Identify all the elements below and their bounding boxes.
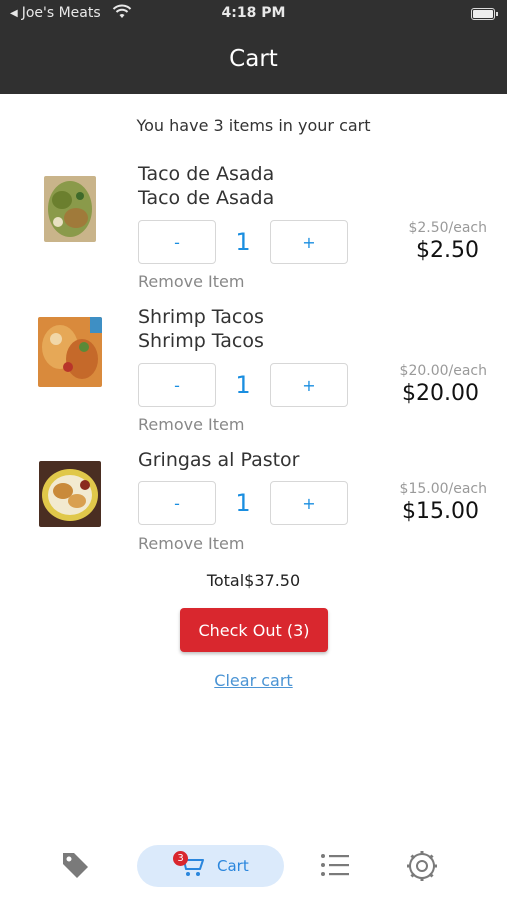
status-bar: ◀ Joe's Meats 4:18 PM bbox=[0, 0, 507, 28]
page-title: Cart bbox=[229, 46, 278, 72]
item-image bbox=[38, 317, 102, 387]
gear-icon[interactable] bbox=[406, 850, 438, 886]
tab-cart-label: Cart bbox=[217, 857, 249, 875]
unit-price: $2.50/each bbox=[408, 220, 487, 236]
item-name: Shrimp Tacos bbox=[138, 306, 264, 328]
line-total: $15.00 bbox=[402, 499, 479, 524]
tab-bar: 3 Cart bbox=[0, 830, 507, 900]
decrement-button[interactable]: - bbox=[138, 363, 216, 407]
status-time: 4:18 PM bbox=[221, 5, 286, 21]
tab-cart[interactable]: 3 Cart bbox=[137, 845, 284, 887]
list-icon[interactable] bbox=[320, 852, 350, 882]
decrement-button[interactable]: - bbox=[138, 481, 216, 525]
increment-button[interactable]: + bbox=[270, 363, 348, 407]
increment-button[interactable]: + bbox=[270, 481, 348, 525]
remove-item-button[interactable]: Remove Item bbox=[138, 415, 244, 434]
cart-count-badge: 3 bbox=[173, 851, 188, 866]
remove-item-button[interactable]: Remove Item bbox=[138, 272, 244, 291]
item-image bbox=[44, 176, 96, 242]
item-name: Gringas al Pastor bbox=[138, 449, 300, 471]
quantity-value: 1 bbox=[235, 228, 251, 256]
remove-item-button[interactable]: Remove Item bbox=[138, 534, 244, 553]
item-subname: Shrimp Tacos bbox=[138, 330, 264, 352]
battery-icon bbox=[471, 8, 498, 20]
line-total: $2.50 bbox=[416, 238, 479, 263]
tag-icon[interactable] bbox=[60, 850, 90, 884]
cart-total: Total$37.50 bbox=[206, 571, 301, 590]
cart-summary: You have 3 items in your cart bbox=[136, 116, 371, 135]
quantity-value: 1 bbox=[235, 371, 251, 399]
checkout-button[interactable]: Check Out (3) bbox=[180, 608, 328, 652]
item-subname: Taco de Asada bbox=[138, 187, 275, 209]
unit-price: $15.00/each bbox=[399, 481, 487, 497]
line-total: $20.00 bbox=[402, 381, 479, 406]
unit-price: $20.00/each bbox=[399, 363, 487, 379]
quantity-value: 1 bbox=[235, 489, 251, 517]
item-name: Taco de Asada bbox=[138, 163, 275, 185]
decrement-button[interactable]: - bbox=[138, 220, 216, 264]
item-image bbox=[39, 461, 101, 527]
nav-bar: Cart bbox=[0, 28, 507, 94]
clear-cart-link[interactable]: Clear cart bbox=[0, 671, 507, 690]
increment-button[interactable]: + bbox=[270, 220, 348, 264]
